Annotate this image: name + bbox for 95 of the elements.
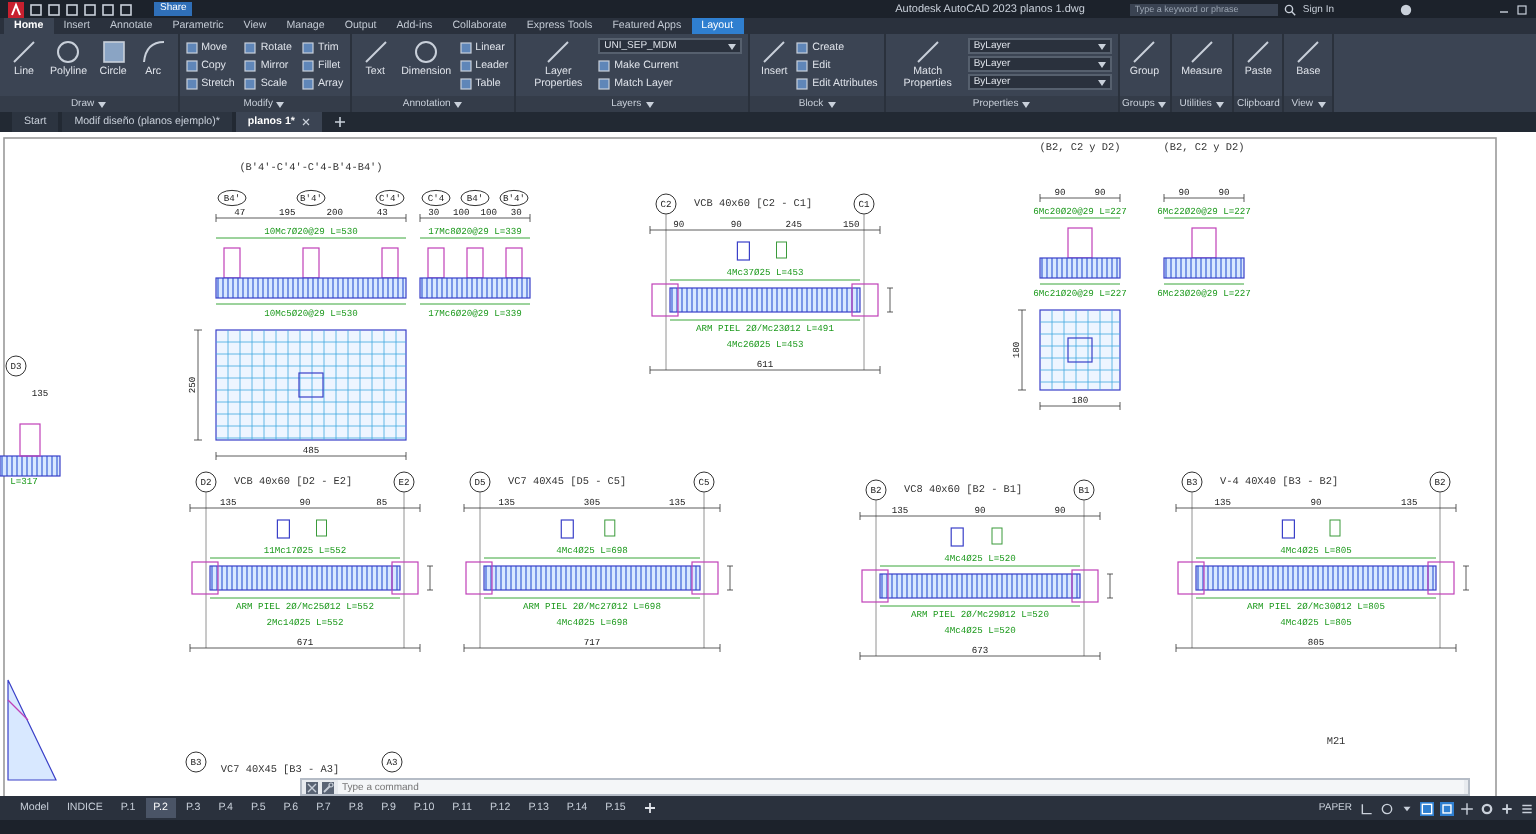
square-icon	[459, 41, 472, 53]
app-logo-icon[interactable]	[8, 1, 24, 17]
dimension-line	[193, 329, 203, 441]
add-tab-icon[interactable]	[334, 116, 347, 128]
column-drawing	[223, 247, 241, 279]
column-drawing	[505, 247, 523, 279]
section-drawing	[7, 679, 57, 781]
footing-drawing	[419, 277, 531, 299]
wrench-icon[interactable]	[322, 781, 334, 793]
caret-icon	[1097, 61, 1106, 67]
caret-icon[interactable]	[1317, 101, 1326, 107]
square-icon	[185, 41, 198, 53]
line-icon	[1244, 38, 1273, 66]
footing-drawing	[0, 423, 61, 477]
dimension-line	[426, 565, 434, 591]
circle-icon	[412, 38, 441, 66]
rebar-line	[1163, 217, 1245, 219]
stirrup-drawing	[560, 519, 616, 539]
column-drawing	[302, 247, 320, 279]
column-drawing	[427, 247, 445, 279]
dimension-line	[726, 565, 734, 591]
caret-icon[interactable]	[645, 101, 654, 107]
dimension-line	[1106, 573, 1114, 599]
line-icon	[544, 38, 573, 66]
square-icon	[185, 59, 198, 71]
close-icon[interactable]	[302, 118, 311, 126]
square-icon	[796, 41, 809, 53]
dimension-line	[1039, 401, 1121, 411]
square-icon	[796, 77, 809, 89]
rebar-line	[419, 303, 531, 305]
square-icon	[301, 41, 314, 53]
line-icon	[1130, 38, 1159, 66]
line-icon	[1294, 38, 1323, 66]
snap-icon[interactable]	[1380, 801, 1394, 815]
caret-icon[interactable]	[1158, 101, 1167, 107]
caret-icon	[1097, 79, 1106, 85]
stirrup-drawing	[276, 519, 327, 539]
square-icon	[459, 77, 472, 89]
square-icon	[796, 59, 809, 71]
dimension-line	[886, 287, 894, 313]
square-icon	[244, 59, 257, 71]
maximize-icon[interactable]	[1516, 3, 1528, 15]
column-drawing	[466, 247, 484, 279]
square-icon	[185, 77, 198, 89]
dimension-line	[1462, 565, 1470, 591]
plus-icon[interactable]	[1500, 801, 1514, 815]
square-icon	[598, 59, 611, 71]
dimension-line	[1017, 309, 1027, 391]
square-icon	[244, 77, 257, 89]
caret-icon[interactable]	[1215, 101, 1224, 107]
square-icon	[301, 77, 314, 89]
dimension-line	[1039, 193, 1121, 203]
caret-icon[interactable]	[276, 101, 285, 107]
square-icon	[598, 77, 611, 89]
footing-drawing	[1039, 257, 1121, 279]
square-icon	[99, 38, 128, 66]
dimension-line	[1163, 193, 1245, 203]
dimension-line	[419, 213, 531, 223]
line-icon	[1187, 38, 1216, 66]
rebar-line	[419, 237, 531, 239]
square-icon	[459, 59, 472, 71]
caret-icon[interactable]	[827, 101, 836, 107]
circle-icon	[54, 38, 83, 66]
arc-icon	[139, 38, 168, 66]
caret-icon	[728, 43, 737, 49]
grid-icon[interactable]	[1360, 801, 1374, 815]
footing-plan-drawing	[1039, 309, 1121, 391]
caret-icon[interactable]	[1400, 801, 1414, 815]
square-icon	[301, 59, 314, 71]
search-icon[interactable]	[1284, 3, 1297, 15]
stirrup-drawing	[950, 527, 1003, 547]
menu-icon[interactable]	[1520, 801, 1534, 815]
help-icon[interactable]	[1400, 3, 1412, 15]
close-icon[interactable]	[306, 781, 318, 793]
line-icon	[913, 38, 942, 66]
rebar-line	[1039, 217, 1121, 219]
square-icon	[244, 41, 257, 53]
stirrup-drawing	[736, 241, 787, 261]
gear-icon[interactable]	[1480, 801, 1494, 815]
add-tab-icon[interactable]	[643, 802, 656, 814]
column-drawing	[381, 247, 399, 279]
caret-icon	[1097, 43, 1106, 49]
line-icon	[10, 38, 38, 66]
caret-icon[interactable]	[1022, 101, 1031, 107]
footing-drawing	[1163, 257, 1245, 279]
caret-icon[interactable]	[454, 101, 463, 107]
rebar-line	[1163, 283, 1245, 285]
crosshair-icon[interactable]	[1460, 801, 1474, 815]
line-icon	[361, 38, 390, 66]
caret-icon[interactable]	[98, 101, 107, 107]
stirrup-drawing	[1281, 519, 1341, 539]
square-icon[interactable]	[1440, 801, 1454, 815]
rebar-line	[1039, 283, 1121, 285]
line-icon	[760, 38, 789, 66]
square-icon[interactable]	[1420, 801, 1434, 815]
